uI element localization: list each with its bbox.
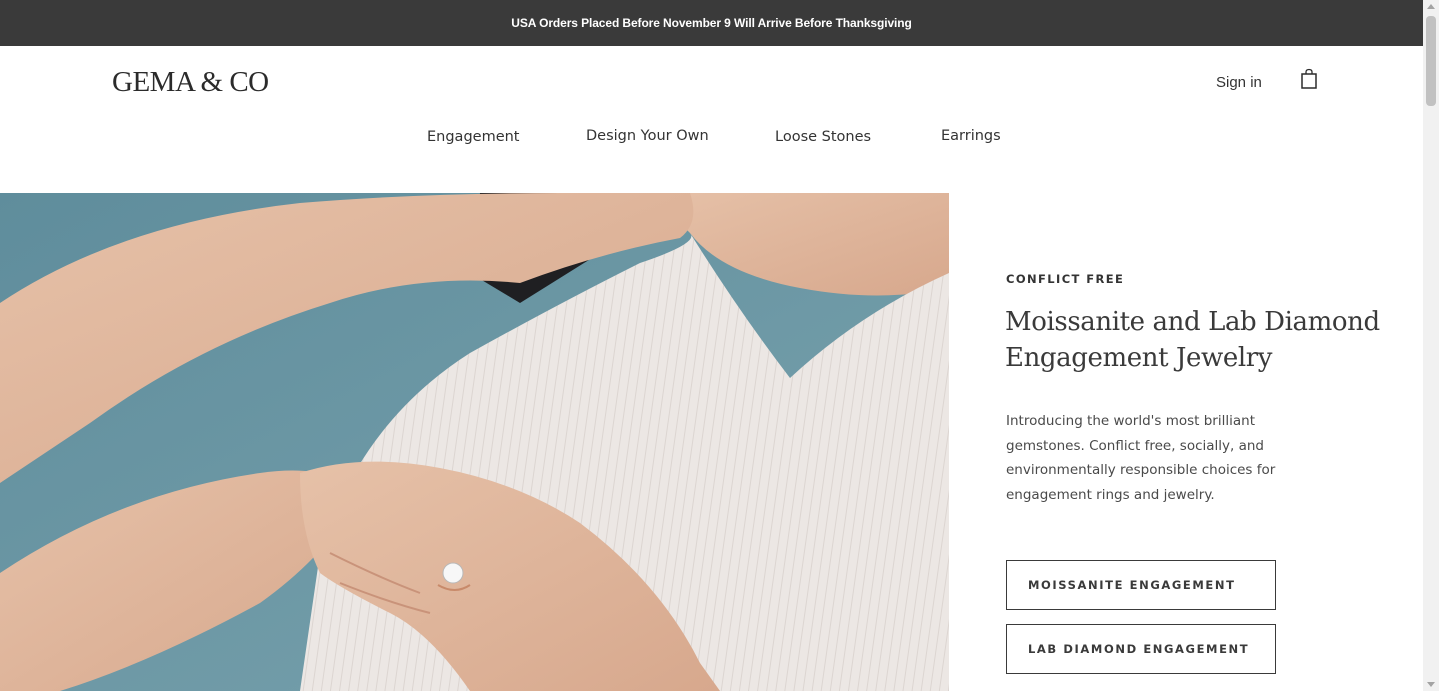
sign-in-link[interactable]: Sign in: [1216, 74, 1262, 91]
hero-headline-line-1: Moissanite and Lab Diamond: [1005, 307, 1380, 337]
nav-item-earrings[interactable]: Earrings: [941, 128, 1001, 144]
moissanite-engagement-button[interactable]: MOISSANITE ENGAGEMENT: [1006, 560, 1276, 610]
scroll-thumb[interactable]: [1426, 16, 1436, 106]
hero-description: Introducing the world's most brilliant g…: [1006, 413, 1276, 503]
hero-image: [0, 193, 949, 691]
vertical-scrollbar[interactable]: [1423, 0, 1439, 691]
main-navigation: Engagement Design Your Own Loose Stones …: [0, 128, 1423, 148]
lab-diamond-engagement-button[interactable]: LAB DIAMOND ENGAGEMENT: [1006, 624, 1276, 674]
announcement-bar: USA Orders Placed Before November 9 Will…: [0, 0, 1423, 46]
nav-item-loose-stones[interactable]: Loose Stones: [775, 129, 871, 145]
shopping-bag-icon[interactable]: [1299, 68, 1319, 90]
nav-item-design-your-own[interactable]: Design Your Own: [586, 128, 709, 144]
scroll-up-arrow-icon[interactable]: [1427, 4, 1435, 9]
hero-headline-line-2: Engagement Jewelry: [1005, 343, 1273, 373]
announcement-text: USA Orders Placed Before November 9 Will…: [511, 16, 912, 30]
scroll-down-arrow-icon[interactable]: [1427, 682, 1435, 687]
nav-item-engagement[interactable]: Engagement: [427, 129, 520, 145]
brand-logo[interactable]: GEMA & CO: [112, 66, 269, 99]
hero-eyebrow: CONFLICT FREE: [1006, 272, 1125, 286]
hero-headline: Moissanite and Lab Diamond Engagement Je…: [1005, 304, 1405, 376]
